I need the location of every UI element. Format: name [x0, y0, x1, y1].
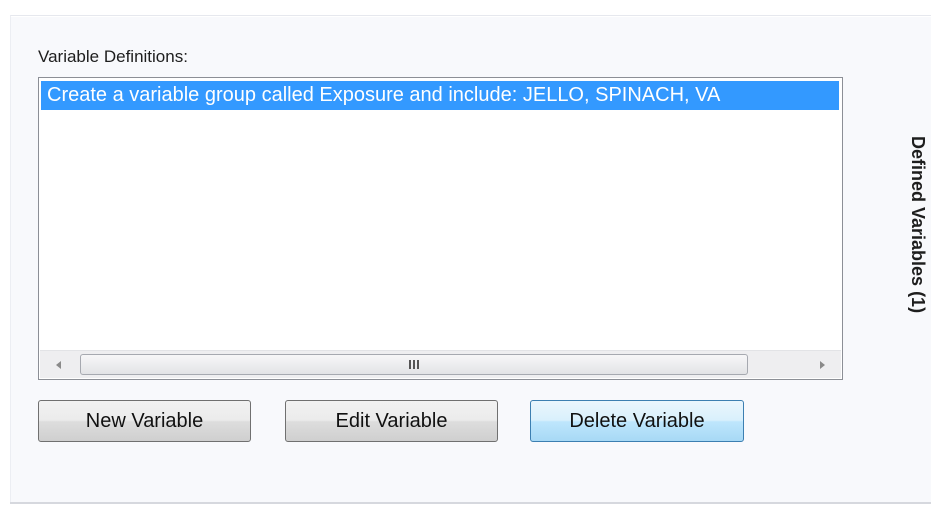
delete-variable-button[interactable]: Delete Variable — [530, 400, 744, 442]
chevron-right-icon — [820, 360, 825, 369]
variable-definitions-listbox[interactable]: Create a variable group called Exposure … — [38, 77, 843, 380]
list-item[interactable]: Create a variable group called Exposure … — [41, 81, 839, 110]
horizontal-scrollbar[interactable] — [40, 350, 841, 378]
grip-icon — [408, 356, 420, 374]
scroll-right-arrow[interactable] — [807, 351, 837, 378]
defined-variables-tab[interactable]: Defined Variables (1) — [888, 136, 928, 376]
chevron-left-icon — [56, 360, 61, 369]
variable-definitions-page: Variable Definitions: Create a variable … — [0, 0, 931, 506]
panel-divider — [10, 502, 931, 504]
variable-definitions-label: Variable Definitions: — [38, 47, 188, 66]
scroll-left-arrow[interactable] — [44, 351, 74, 378]
scrollbar-thumb[interactable] — [80, 354, 748, 375]
new-variable-button[interactable]: New Variable — [38, 400, 251, 442]
edit-variable-button[interactable]: Edit Variable — [285, 400, 498, 442]
